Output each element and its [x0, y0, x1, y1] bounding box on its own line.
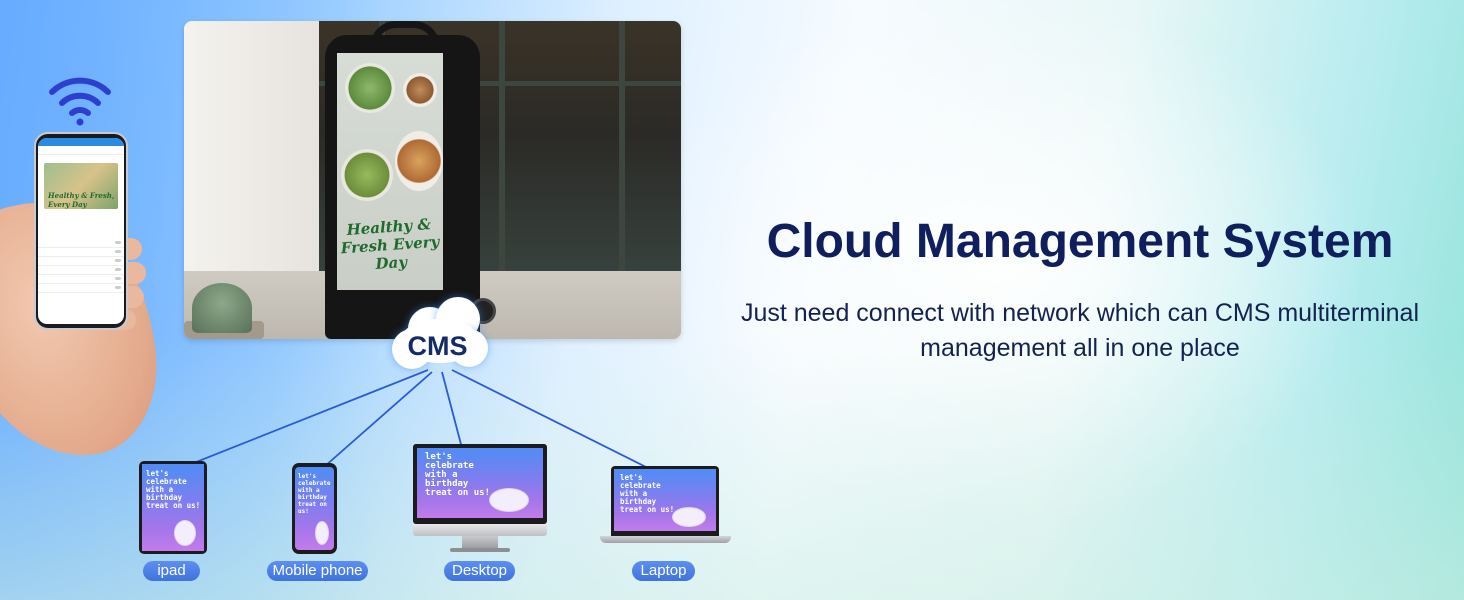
phone-app-row: [38, 146, 124, 155]
phone-app-preview-image: Healthy & Fresh, Every Day: [44, 163, 118, 209]
phone-app-row: [38, 239, 124, 248]
phone-app-row: [38, 266, 124, 275]
desktop-stand: [462, 536, 498, 548]
laptop-screen-text: let's celebrate with a birthday treat on…: [620, 473, 675, 514]
background-glow-bottom: [0, 340, 1464, 600]
laptop-base: [600, 536, 731, 543]
ipad-screen: let's celebrate with a birthday treat on…: [142, 464, 204, 551]
device-label-laptop: Laptop: [632, 561, 695, 581]
phone-app-screen: Healthy & Fresh, Every Day: [38, 138, 124, 324]
device-label-ipad: ipad: [143, 561, 200, 581]
mobile-phone-screen-text: let's celebrate with a birthday treat on…: [298, 473, 331, 515]
phone-app-image-text: Healthy & Fresh, Every Day: [48, 191, 115, 209]
desktop-chin: [413, 524, 547, 536]
desktop-base: [450, 548, 510, 552]
photo-succulent: [192, 283, 252, 333]
page-title: Cloud Management System: [766, 215, 1394, 268]
mobile-phone-screen: let's celebrate with a birthday treat on…: [295, 467, 334, 550]
cms-label: CMS: [407, 331, 468, 361]
device-label-desktop: Desktop: [444, 561, 515, 581]
laptop-screen: let's celebrate with a birthday treat on…: [614, 469, 716, 531]
phone-app-header: [38, 138, 124, 146]
desktop-screen: let's celebrate with a birthday treat on…: [417, 448, 543, 518]
phone-app-row: [38, 284, 124, 293]
digital-sign-screen: Healthy & Fresh Every Day: [337, 53, 443, 290]
ipad-screen-text: let's celebrate with a birthday treat on…: [146, 469, 201, 510]
phone-app-row: [38, 248, 124, 257]
phone-app-row: [38, 275, 124, 284]
page-subtitle: Just need connect with network which can…: [740, 299, 1420, 362]
device-label-mobile-phone: Mobile phone: [267, 561, 368, 581]
phone-app-row: [38, 257, 124, 266]
desktop-screen-text: let's celebrate with a birthday treat on…: [425, 452, 491, 498]
wifi-icon: [49, 77, 111, 126]
sign-screen-text: Healthy & Fresh Every Day: [340, 215, 440, 274]
